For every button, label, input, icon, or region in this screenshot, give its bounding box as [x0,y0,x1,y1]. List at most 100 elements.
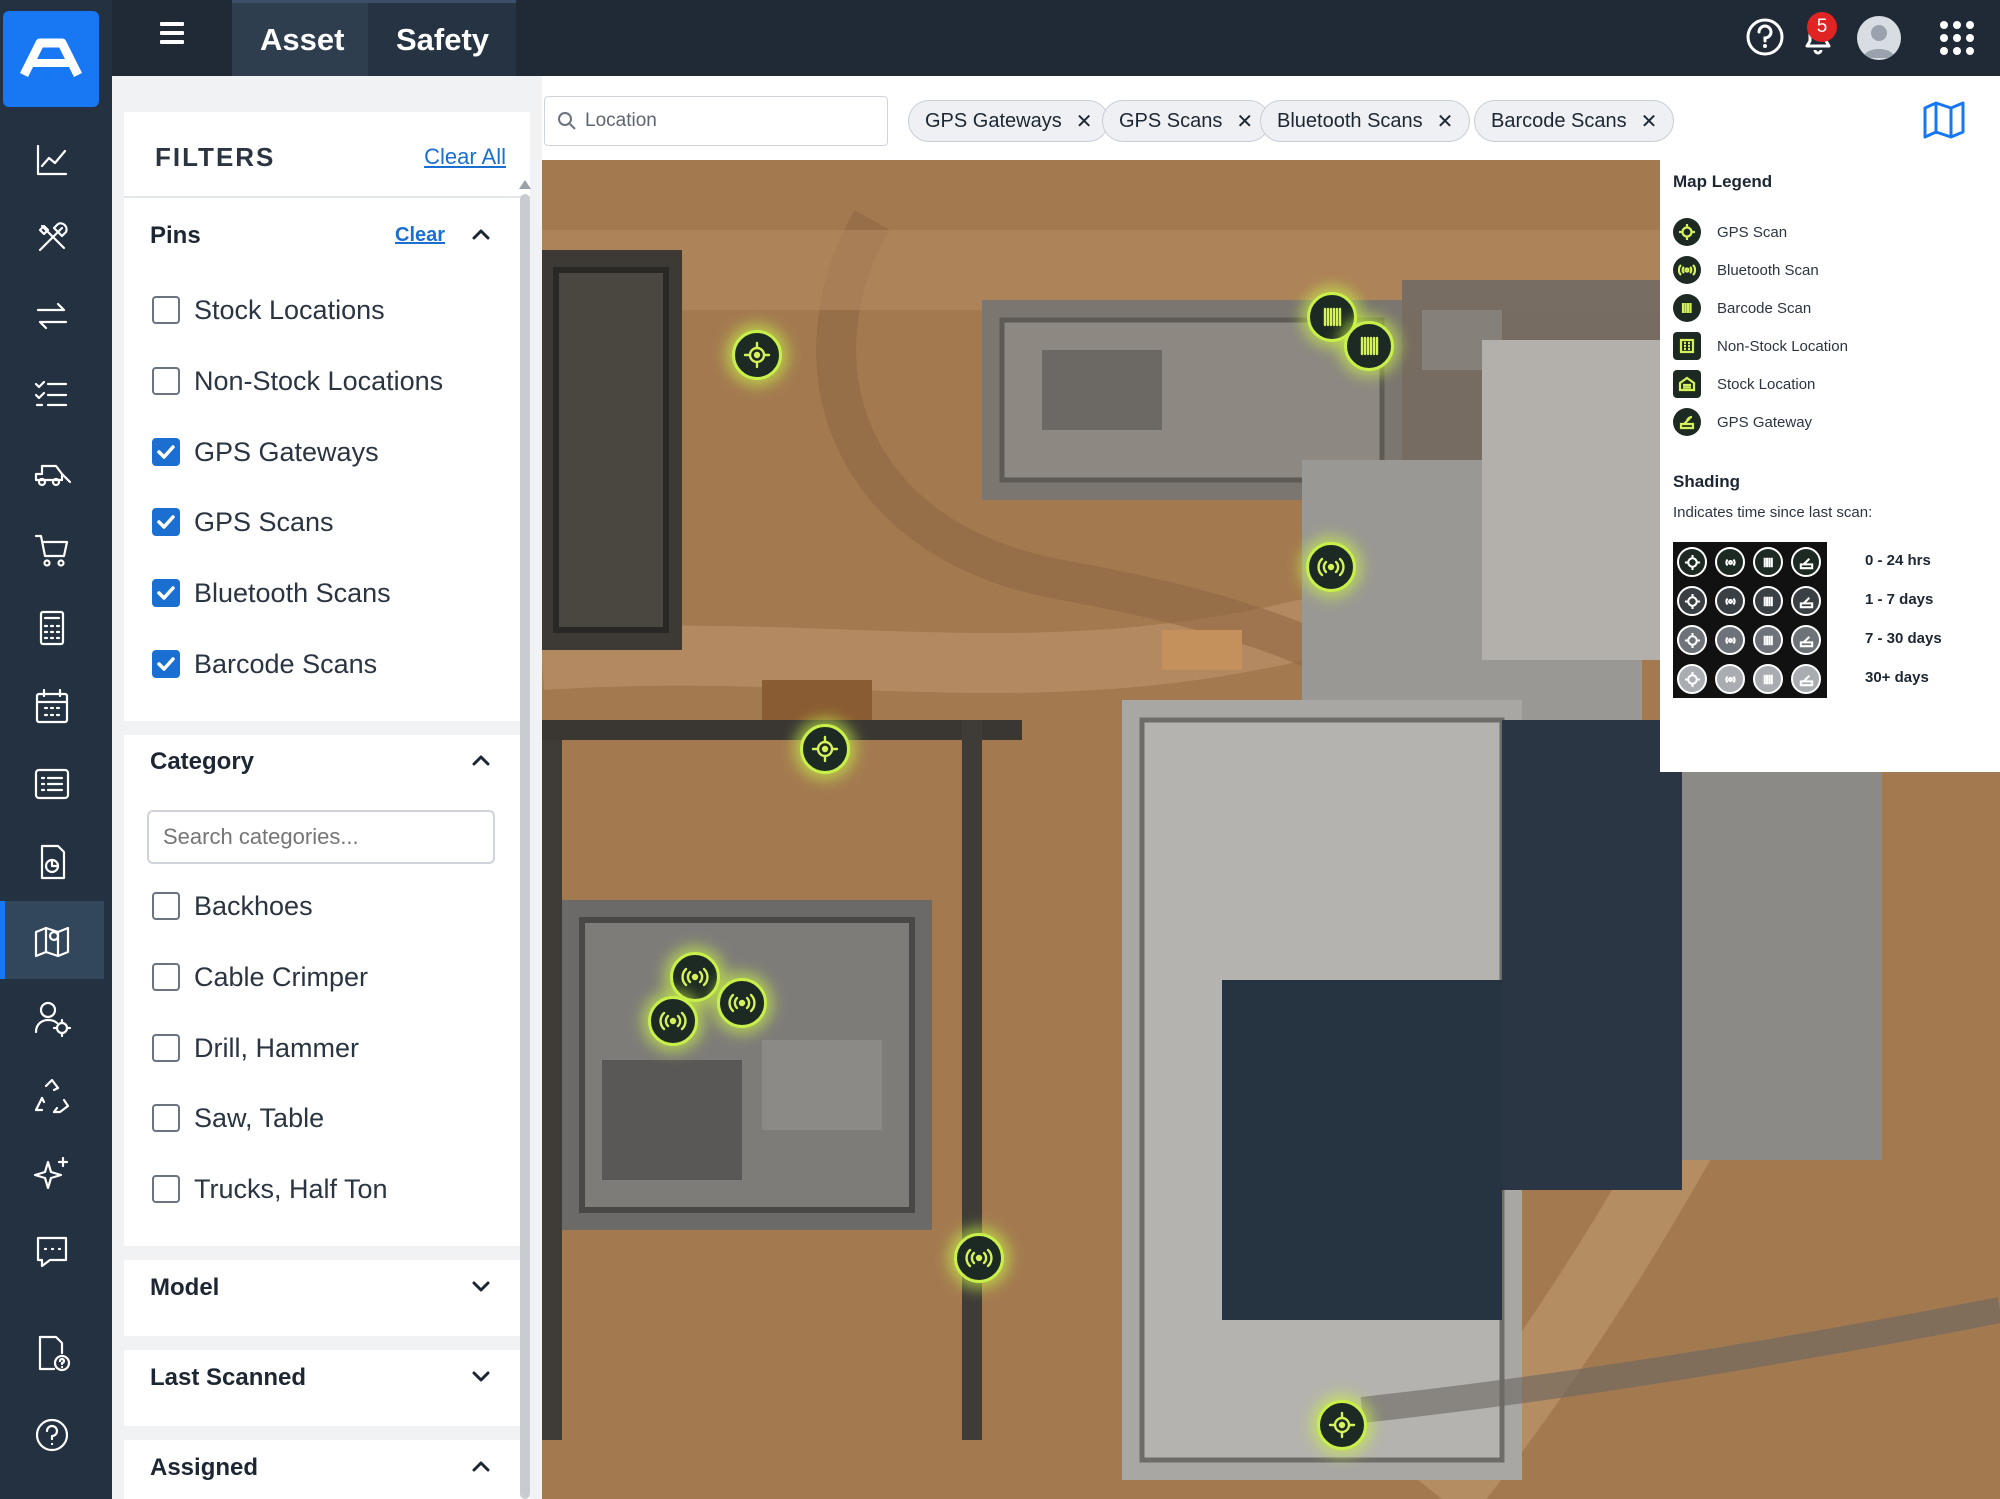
map-view-icon[interactable] [1922,100,1966,140]
section-gap [124,1336,530,1350]
checkbox-checked[interactable] [152,650,180,678]
map-pin-bluetooth-scan[interactable] [1306,542,1356,592]
filters-title: FILTERS [155,142,276,172]
map-icon[interactable] [0,901,104,979]
avatar[interactable] [1857,16,1901,60]
pin-option-bluetooth-scans[interactable]: Bluetooth Scans [152,573,391,613]
map-pin-gps-scan[interactable] [732,330,782,380]
category-option-label: Saw, Table [194,1102,325,1133]
pin-option-label: Bluetooth Scans [194,577,391,608]
checkbox[interactable] [152,367,180,395]
scroll-up-arrow[interactable] [519,180,531,189]
tools-icon[interactable] [0,199,104,277]
pin-option-non-stock-locations[interactable]: Non-Stock Locations [152,361,443,401]
shading-level-label: 7 - 30 days [1865,630,1942,647]
checkbox[interactable] [152,1034,180,1062]
shade-bluetooth-scan-icon [1715,547,1745,577]
transfer-icon[interactable] [0,277,104,355]
pin-option-label: Stock Locations [194,294,385,325]
category-option-saw-table[interactable]: Saw, Table [152,1098,324,1138]
close-icon[interactable]: ✕ [1437,109,1454,134]
recycle-icon[interactable] [0,1057,104,1135]
shade-bluetooth-scan-icon [1715,586,1745,616]
category-option-backhoes[interactable]: Backhoes [152,886,313,926]
chevron-down-icon[interactable] [471,1366,491,1386]
pins-heading: Pins [150,222,201,249]
filter-chip-gps-gateways[interactable]: GPS Gateways ✕ [908,100,1110,142]
hamburger-icon[interactable] [160,22,190,50]
category-heading: Category [150,748,255,775]
map-pin-bluetooth-scan[interactable] [954,1233,1004,1283]
category-option-cable-crimper[interactable]: Cable Crimper [152,957,368,997]
close-icon[interactable]: ✕ [1236,109,1253,134]
assigned-heading[interactable]: Assigned [150,1454,258,1482]
chevron-up-icon[interactable] [471,750,491,770]
map-pin-barcode-scan[interactable] [1344,321,1394,371]
filter-chip-gps-scans[interactable]: GPS Scans ✕ [1102,100,1271,142]
last-scanned-heading[interactable]: Last Scanned [150,1364,306,1392]
tab-asset[interactable]: Asset [232,0,368,76]
analytics-icon[interactable] [0,121,104,199]
close-icon[interactable]: ✕ [1641,109,1658,134]
help-icon[interactable] [0,1396,104,1474]
pin-option-label: GPS Gateways [194,436,379,467]
pin-option-barcode-scans[interactable]: Barcode Scans [152,644,377,684]
checkbox-checked[interactable] [152,508,180,536]
checkbox-checked[interactable] [152,579,180,607]
clear-all-link[interactable]: Clear All [424,144,506,170]
map-pin-bluetooth-scan[interactable] [717,978,767,1028]
checkbox[interactable] [152,892,180,920]
sparkle-icon[interactable] [0,1135,104,1213]
checkbox-checked[interactable] [152,438,180,466]
category-option-trucks-half-ton[interactable]: Trucks, Half Ton [152,1169,388,1209]
chat-icon[interactable] [0,1213,104,1291]
checkbox[interactable] [152,296,180,324]
equipment-icon[interactable] [0,433,104,511]
chevron-down-icon[interactable] [471,1276,491,1296]
checkbox[interactable] [152,1104,180,1132]
app-logo[interactable] [3,11,99,107]
chevron-up-icon[interactable] [471,224,491,244]
pin-option-gps-gateways[interactable]: GPS Gateways [152,432,379,472]
filter-scrollbar[interactable] [520,194,530,1499]
app-grid-icon[interactable] [1940,21,1974,55]
category-option-drill-hammer[interactable]: Drill, Hammer [152,1028,359,1068]
legend-label: GPS Scan [1717,223,1788,241]
filter-chip-barcode-scans[interactable]: Barcode Scans ✕ [1474,100,1675,142]
pin-option-label: GPS Scans [194,506,334,537]
help-icon[interactable] [1742,14,1788,60]
document-help-icon[interactable] [0,1314,104,1392]
pin-option-gps-scans[interactable]: GPS Scans [152,502,334,542]
report-icon[interactable] [0,823,104,901]
map-pin-bluetooth-scan[interactable] [670,952,720,1002]
shading-title: Shading [1673,472,1741,491]
pin-option-stock-locations[interactable]: Stock Locations [152,290,385,330]
calculator-icon[interactable] [0,589,104,667]
shade-gps-scan-icon [1677,625,1707,655]
filter-panel: FILTERS Clear All Pins Clear Stock Locat… [112,76,542,1499]
barcode-scan-icon [1673,294,1701,322]
shade-barcode-scan-icon [1753,547,1783,577]
chevron-up-icon[interactable] [471,1456,491,1476]
location-search-input[interactable]: Location [544,96,888,146]
list-icon[interactable] [0,745,104,823]
user-settings-icon[interactable] [0,979,104,1057]
shade-gps-scan-icon [1677,664,1707,694]
category-search-input[interactable] [147,810,495,864]
checkbox[interactable] [152,963,180,991]
search-icon [558,112,576,130]
cart-icon[interactable] [0,511,104,589]
tab-safety[interactable]: Safety [368,0,516,76]
filter-chip-bluetooth-scans[interactable]: Bluetooth Scans ✕ [1260,100,1471,142]
checklist-icon[interactable] [0,355,104,433]
map-pin-gps-scan[interactable] [1317,1400,1367,1450]
model-heading[interactable]: Model [150,1274,219,1302]
calendar-icon[interactable] [0,667,104,745]
close-icon[interactable]: ✕ [1076,109,1093,134]
shade-barcode-scan-icon [1753,664,1783,694]
pins-clear-link[interactable]: Clear [395,224,445,247]
legend-label: Bluetooth Scan [1717,261,1819,279]
map-pin-gps-scan[interactable] [800,724,850,774]
map-pin-bluetooth-scan[interactable] [648,996,698,1046]
checkbox[interactable] [152,1175,180,1203]
